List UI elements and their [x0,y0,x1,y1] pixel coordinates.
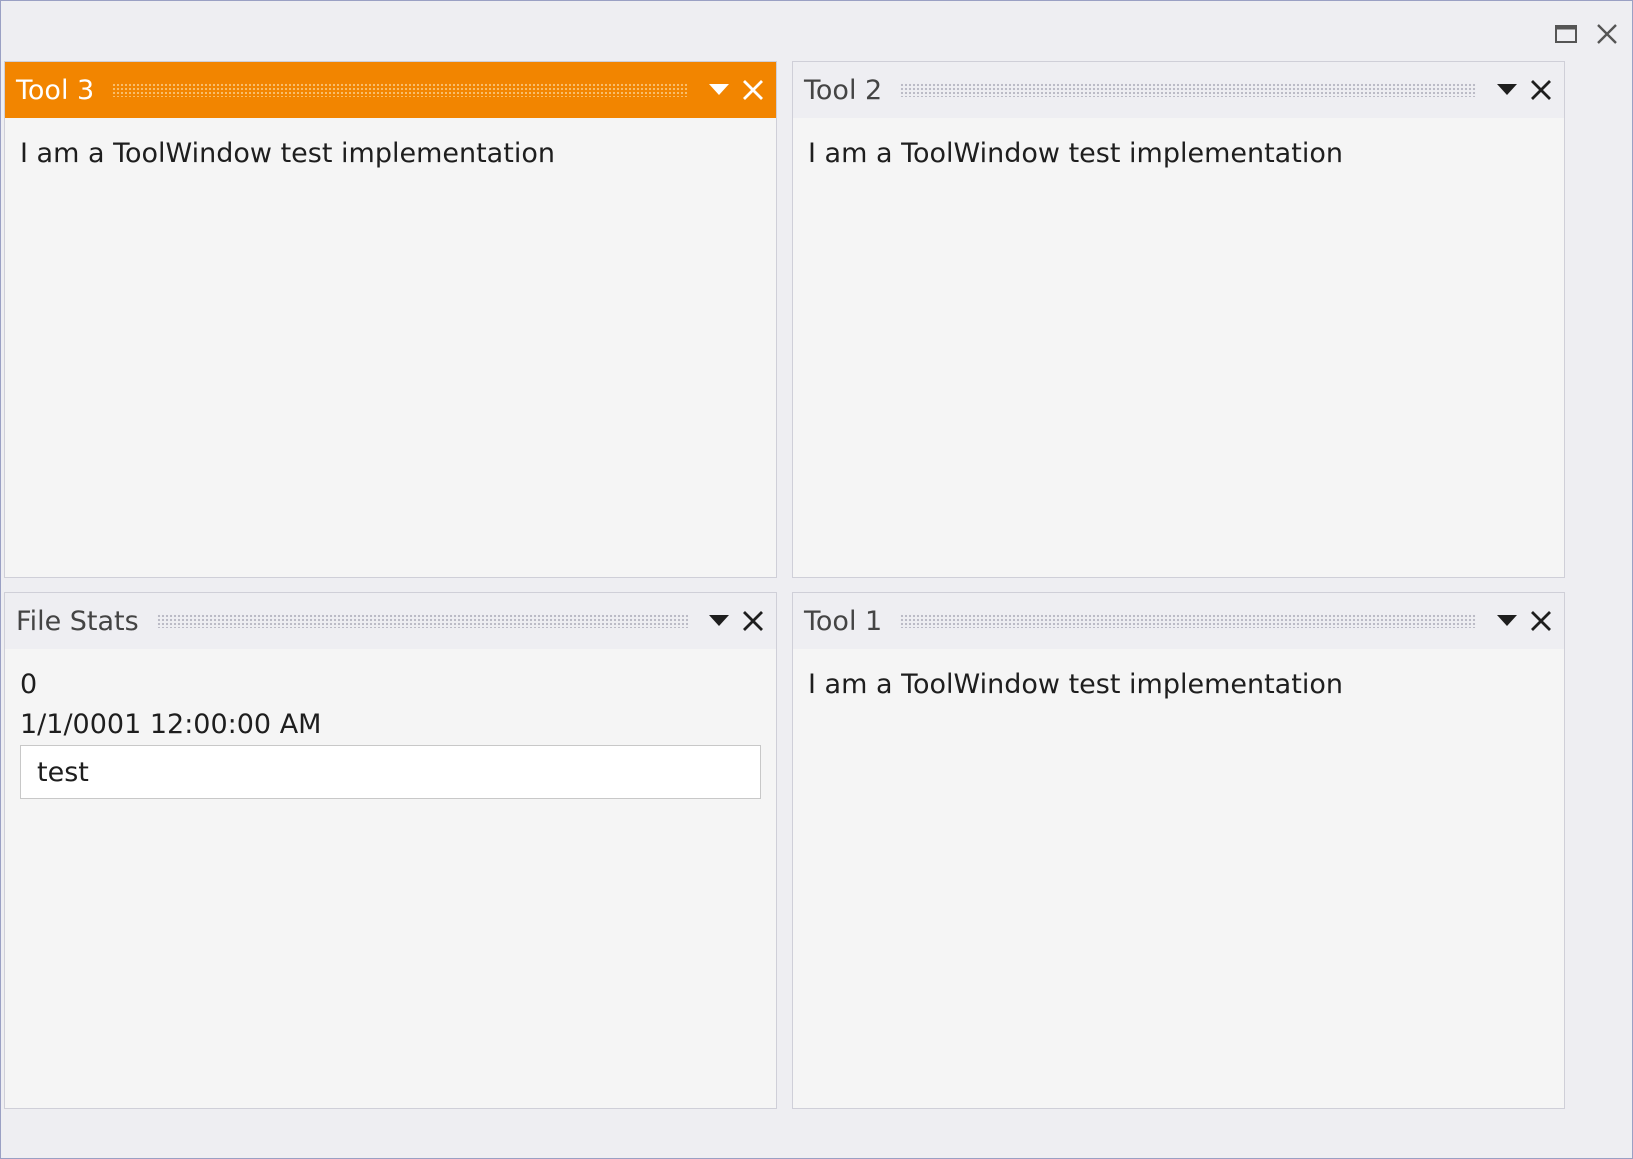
tool3-pane-header[interactable]: Tool 3 [5,62,776,118]
pane-close-button[interactable] [1524,73,1558,107]
pane-menu-button[interactable] [1490,604,1524,638]
tool2-pane-body: I am a ToolWindow test implementation [808,134,1549,577]
pane-close-button[interactable] [1524,604,1558,638]
pane-title: File Stats [16,605,139,637]
maximize-button[interactable] [1549,17,1583,51]
drag-grip[interactable] [156,614,688,628]
pane-close-button[interactable] [736,73,770,107]
pane-menu-button[interactable] [702,73,736,107]
dropdown-arrow-icon [1497,84,1517,95]
tool3-pane: Tool 3 I am a ToolWindow test implementa… [4,61,777,578]
tool3-pane-body: I am a ToolWindow test implementation [20,134,761,577]
close-icon [743,80,763,100]
pane-close-button[interactable] [736,604,770,638]
pane-menu-button[interactable] [702,604,736,638]
drag-grip[interactable] [112,83,688,97]
tool1-pane-body: I am a ToolWindow test implementation [808,665,1549,1108]
window-titlebar [1,1,1632,61]
file-stats-pane: File Stats 0 1/1/0001 12:00:00 AM [4,592,777,1109]
dropdown-arrow-icon [709,84,729,95]
window-close-button[interactable] [1590,17,1624,51]
tool1-pane: Tool 1 I am a ToolWindow test implementa… [792,592,1565,1109]
dropdown-arrow-icon [1497,615,1517,626]
tool2-pane-header[interactable]: Tool 2 [793,62,1564,118]
pane-title: Tool 1 [804,605,883,637]
pane-body-text: I am a ToolWindow test implementation [808,669,1343,700]
pane-menu-button[interactable] [1490,73,1524,107]
close-icon [743,611,763,631]
pane-title: Tool 2 [804,74,883,106]
pane-body-text: I am a ToolWindow test implementation [808,138,1343,169]
file-stats-pane-body: 0 1/1/0001 12:00:00 AM [20,665,761,1108]
file-stats-text-input[interactable] [20,745,761,799]
tool2-pane: Tool 2 I am a ToolWindow test implementa… [792,61,1565,578]
maximize-icon [1555,25,1577,43]
close-icon [1531,611,1551,631]
dropdown-arrow-icon [709,615,729,626]
file-stats-pane-header[interactable]: File Stats [5,593,776,649]
file-stats-date: 1/1/0001 12:00:00 AM [20,709,322,740]
file-stats-value: 0 [20,669,38,700]
pane-title: Tool 3 [16,74,95,106]
drag-grip[interactable] [900,614,1476,628]
tool1-pane-header[interactable]: Tool 1 [793,593,1564,649]
main-window: Tool 3 I am a ToolWindow test implementa… [0,0,1633,1159]
drag-grip[interactable] [900,83,1476,97]
close-icon [1531,80,1551,100]
close-icon [1597,24,1617,44]
pane-body-text: I am a ToolWindow test implementation [20,138,555,169]
